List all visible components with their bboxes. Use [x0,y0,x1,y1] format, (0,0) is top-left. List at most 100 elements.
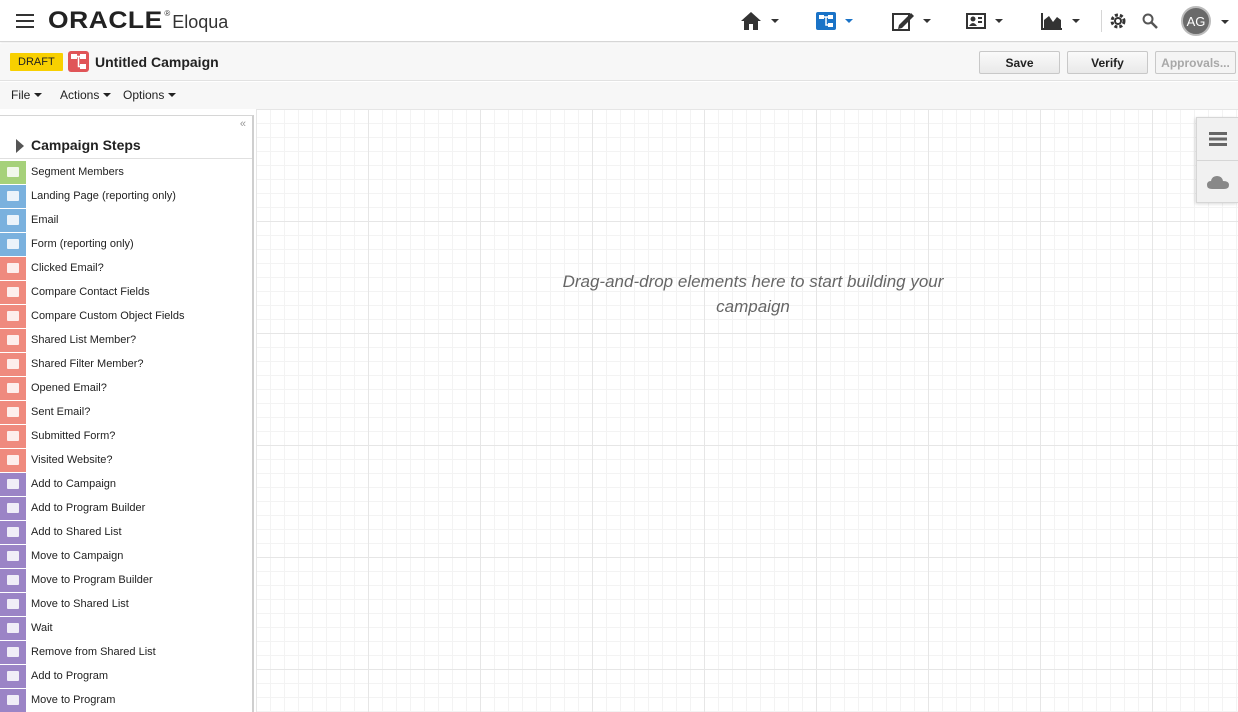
campaign-step-label: Move to Shared List [31,598,129,610]
file-menu[interactable]: File [11,88,43,102]
orchestration-menu[interactable] [815,8,853,34]
campaign-step-item[interactable]: Add to Program Builder [0,496,252,520]
campaign-step-label: Add to Shared List [31,526,122,538]
campaign-step-item[interactable]: Shared Filter Member? [0,352,252,376]
campaign-step-item[interactable]: Submitted Form? [0,424,252,448]
assets-menu[interactable] [891,8,931,34]
campaign-step-item[interactable]: Opened Email? [0,376,252,400]
oracle-eloqua-logo[interactable]: ORACLE ® Eloqua [48,7,228,35]
campaign-step-icon [0,568,26,592]
campaign-step-item[interactable]: Add to Shared List [0,520,252,544]
campaign-step-item[interactable]: Compare Contact Fields [0,280,252,304]
verify-button[interactable]: Verify [1067,51,1148,74]
campaign-step-item[interactable]: Remove from Shared List [0,640,252,664]
home-menu[interactable] [739,8,779,34]
search-button[interactable] [1141,8,1159,34]
campaign-step-label: Visited Website? [31,454,113,466]
campaign-step-label: Move to Program [31,694,116,706]
campaign-step-item[interactable]: Shared List Member? [0,328,252,352]
campaign-step-icon [0,160,26,184]
analytics-icon [1041,13,1062,30]
assets-icon [892,13,914,31]
actions-menu[interactable]: Actions [60,88,112,102]
campaign-step-item[interactable]: Move to Program Builder [0,568,252,592]
chevron-down-icon [1072,19,1080,23]
campaign-step-icon [0,448,26,472]
campaign-step-icon [0,424,26,448]
campaign-steps-list: Segment Members Landing Page (reporting o… [0,160,252,712]
campaign-step-item[interactable]: Move to Program [0,688,252,712]
campaign-step-item[interactable]: Add to Program [0,664,252,688]
campaign-step-icon [0,592,26,616]
search-icon [1142,13,1158,29]
brand-product: Eloqua [172,12,229,32]
campaign-steps-panel: « Campaign Steps Segment Members Landing … [0,115,254,712]
chevron-down-icon [995,19,1003,23]
top-navigation-bar: ORACLE ® Eloqua AG [0,0,1238,42]
campaign-steps-header[interactable]: Campaign Steps [0,133,252,159]
campaign-step-item[interactable]: Visited Website? [0,448,252,472]
campaign-step-label: Landing Page (reporting only) [31,190,176,202]
orchestration-icon [816,12,836,30]
campaign-step-icon [0,352,26,376]
chevron-down-icon [845,19,853,23]
campaign-step-item[interactable]: Move to Campaign [0,544,252,568]
chevron-down-icon [168,93,177,97]
campaign-step-item[interactable]: Segment Members [0,160,252,184]
campaign-step-item[interactable]: Sent Email? [0,400,252,424]
campaign-step-icon [0,400,26,424]
home-icon [741,12,761,30]
campaign-step-icon [0,280,26,304]
campaign-step-item[interactable]: Form (reporting only) [0,232,252,256]
layers-icon [1208,132,1227,146]
campaign-step-label: Segment Members [31,166,124,178]
analytics-menu[interactable] [1040,8,1080,34]
campaign-step-item[interactable]: Wait [0,616,252,640]
campaign-title-bar: DRAFT Untitled Campaign Save Verify Appr… [0,44,1238,81]
campaign-step-item[interactable]: Landing Page (reporting only) [0,184,252,208]
campaign-name[interactable]: Untitled Campaign [95,54,219,70]
hamburger-menu-icon[interactable] [16,14,34,28]
campaign-step-icon [0,520,26,544]
settings-button[interactable] [1109,8,1127,34]
campaign-step-icon [0,616,26,640]
file-menu-label: File [11,88,31,102]
campaign-step-icon [0,184,26,208]
campaign-step-item[interactable]: Add to Campaign [0,472,252,496]
cloud-apps-button[interactable] [1197,160,1238,202]
collapse-panel-icon[interactable]: « [240,118,246,130]
chevron-down-icon [923,19,931,23]
user-menu-chevron-icon[interactable] [1221,20,1229,24]
campaign-canvas[interactable]: Drag-and-drop elements here to start bui… [256,109,1238,712]
campaign-steps-title: Campaign Steps [31,137,141,153]
campaign-step-icon [0,208,26,232]
campaign-step-item[interactable]: Clicked Email? [0,256,252,280]
options-menu[interactable]: Options [123,88,177,102]
campaign-step-icon [0,256,26,280]
campaign-step-label: Add to Program [31,670,109,682]
brand-oracle: ORACLE [48,7,163,34]
campaign-step-item[interactable]: Email [0,208,252,232]
campaign-step-label: Opened Email? [31,382,107,394]
save-button[interactable]: Save [979,51,1060,74]
campaign-step-icon [0,664,26,688]
canvas-empty-hint: Drag-and-drop elements here to start bui… [562,272,944,316]
campaign-step-label: Form (reporting only) [31,238,134,250]
campaign-step-item[interactable]: Compare Custom Object Fields [0,304,252,328]
layers-button[interactable] [1197,118,1238,160]
campaign-step-label: Email [31,214,59,226]
campaign-step-label: Shared List Member? [31,334,137,346]
user-avatar[interactable]: AG [1181,6,1211,36]
campaign-step-item[interactable]: Move to Shared List [0,592,252,616]
cloud-icon [1206,175,1229,189]
campaign-step-icon [0,472,26,496]
approvals-button[interactable]: Approvals... [1155,51,1236,74]
audience-menu[interactable] [965,8,1003,34]
expand-triangle-icon [16,139,24,153]
brand-registered-mark: ® [164,9,171,18]
actions-menu-label: Actions [60,88,100,102]
options-menu-label: Options [123,88,165,102]
audience-icon [966,13,986,29]
campaign-step-icon [0,688,26,712]
chevron-down-icon [34,93,43,97]
